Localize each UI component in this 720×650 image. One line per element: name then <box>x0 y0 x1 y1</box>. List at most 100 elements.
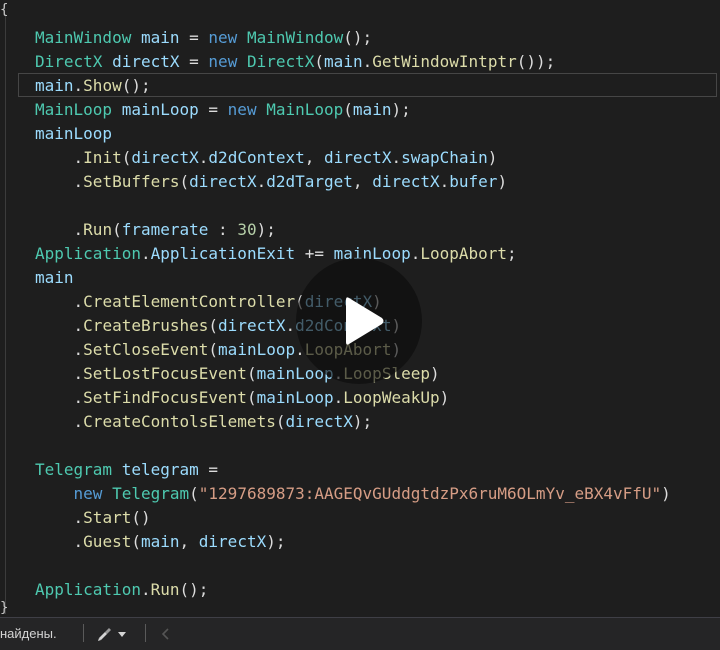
code-token-punc: ); <box>266 532 286 551</box>
code-line[interactable]: MainLoop mainLoop = new MainLoop(main); <box>35 98 411 122</box>
code-token-punc: . <box>362 52 373 71</box>
code-line[interactable]: mainLoop <box>35 122 112 146</box>
code-token-var: main <box>35 268 74 287</box>
code-token-str: "1297689873:AAGEQvGUddgtdzPx6ruM6OLmYv_e… <box>198 484 662 503</box>
code-line[interactable]: .SetBuffers(directX.d2dTarget, directX.b… <box>35 170 508 194</box>
code-token-punc: ); <box>352 412 373 431</box>
code-token-var: ApplicationExit <box>150 244 296 263</box>
code-token-punc: . <box>35 364 84 383</box>
code-token-type: Application <box>35 244 141 263</box>
code-token-punc: ( <box>246 364 257 383</box>
code-token-punc: . <box>333 388 344 407</box>
code-token-type: DirectX <box>246 52 315 71</box>
code-token-punc: ) <box>439 388 450 407</box>
code-token-punc: : <box>208 220 238 239</box>
code-token-punc: . <box>198 148 209 167</box>
code-line[interactable]: DirectX directX = new DirectX(main.GetWi… <box>35 50 555 74</box>
code-token-punc: . <box>35 172 84 191</box>
code-token-type: Telegram <box>112 484 190 503</box>
code-token-punc: ( <box>246 388 257 407</box>
code-token-punc <box>35 484 74 503</box>
code-token-punc: . <box>35 340 84 359</box>
code-editor[interactable]: { } MainWindow main = new MainWindow(); D… <box>0 0 720 617</box>
code-token-var: d2dContext <box>208 148 305 167</box>
code-token-num: 30 <box>237 220 257 239</box>
code-token-punc <box>102 52 112 71</box>
code-line[interactable]: .CreateContolsElemets(directX); <box>35 410 373 434</box>
code-token-var: telegram <box>121 460 199 479</box>
code-line[interactable]: .Init(directX.d2dContext, directX.swapCh… <box>35 146 498 170</box>
code-token-punc: = <box>198 100 228 119</box>
brush-icon <box>98 628 126 641</box>
code-token-meth: SetLostFocusEvent <box>83 364 247 383</box>
code-token-kw: new <box>208 52 238 71</box>
video-play-button[interactable] <box>296 258 422 384</box>
code-token-punc: , <box>352 172 373 191</box>
code-token-punc: ); <box>391 100 411 119</box>
code-token-punc: () <box>131 508 151 527</box>
code-line[interactable]: .Start() <box>35 506 151 530</box>
code-token-punc: ) <box>429 364 440 383</box>
code-token-meth: CreateBrushes <box>83 316 209 335</box>
code-token-kw: new <box>73 484 103 503</box>
code-token-punc: . <box>35 508 84 527</box>
code-token-punc: . <box>35 292 84 311</box>
code-token-var: main <box>324 52 363 71</box>
code-token-punc: ( <box>131 532 141 551</box>
code-line[interactable]: Application.Run(); <box>35 578 208 602</box>
code-token-type: Telegram <box>35 460 113 479</box>
code-line[interactable]: Telegram telegram = <box>35 458 218 482</box>
scroll-left-button[interactable] <box>160 627 170 641</box>
code-line[interactable]: .Run(framerate : 30); <box>35 218 276 242</box>
code-token-punc: = <box>179 28 209 47</box>
code-line[interactable]: MainWindow main = new MainWindow(); <box>35 26 372 50</box>
code-token-punc <box>112 100 122 119</box>
code-token-punc <box>131 28 141 47</box>
code-token-punc: . <box>285 316 296 335</box>
code-token-var: mainLoop <box>218 340 296 359</box>
code-token-punc: ( <box>179 172 190 191</box>
code-token-meth: Guest <box>83 532 132 551</box>
code-token-punc: = <box>179 52 209 71</box>
code-token-meth: Run <box>150 580 180 599</box>
code-token-type: MainWindow <box>35 28 132 47</box>
code-token-punc: . <box>35 148 84 167</box>
code-token-var: main <box>140 532 180 551</box>
code-token-var: directX <box>189 172 257 191</box>
code-token-var: main <box>352 100 392 119</box>
code-token-var: bufer <box>449 172 498 191</box>
code-line[interactable]: .SetFindFocusEvent(mainLoop.LoopWeakUp) <box>35 386 450 410</box>
code-token-meth: Show <box>83 76 122 95</box>
code-token-var: mainLoop <box>256 388 334 407</box>
caret-down-icon <box>118 632 126 637</box>
code-token-punc: . <box>35 316 84 335</box>
code-token-var: mainLoop <box>121 100 199 119</box>
code-token-punc: . <box>140 580 151 599</box>
code-token-type: Application <box>35 580 141 599</box>
code-line[interactable]: new Telegram("1297689873:AAGEQvGUddgtdzP… <box>35 482 671 506</box>
code-token-punc: ) <box>487 148 498 167</box>
code-token-var: directX <box>285 412 353 431</box>
code-token-var: directX <box>131 148 199 167</box>
code-token-punc: ( <box>121 148 132 167</box>
brush-tool-button[interactable] <box>96 624 130 644</box>
code-token-punc: . <box>439 172 450 191</box>
code-token-var: d2dTarget <box>266 172 353 191</box>
code-token-var: main <box>140 28 180 47</box>
code-token-meth: Start <box>83 508 132 527</box>
code-token-meth: Init <box>83 148 122 167</box>
code-token-var: directX <box>112 52 180 71</box>
code-token-punc <box>102 484 112 503</box>
code-token-punc: (); <box>343 28 373 47</box>
code-token-var: directX <box>218 316 286 335</box>
code-token-meth: CreateContolsElemets <box>83 412 276 431</box>
code-line[interactable]: main <box>35 266 74 290</box>
code-token-punc: ); <box>256 220 276 239</box>
close-brace: } <box>0 600 9 616</box>
code-token-punc <box>237 28 247 47</box>
code-line[interactable]: main.Show(); <box>18 73 717 97</box>
caret-left-icon <box>161 628 169 640</box>
code-line[interactable]: Application.ApplicationExit += mainLoop.… <box>35 242 517 266</box>
code-line[interactable]: .Guest(main, directX); <box>35 530 286 554</box>
code-token-punc <box>257 100 267 119</box>
